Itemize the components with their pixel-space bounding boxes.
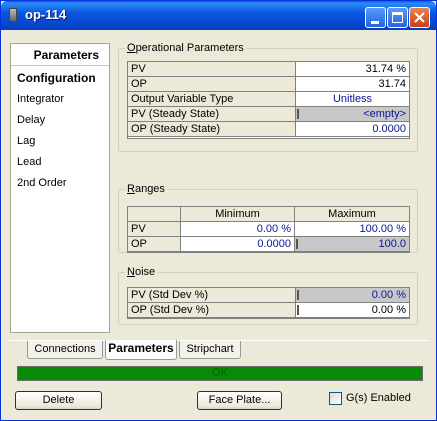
row-label: OP <box>128 77 296 92</box>
nav-item-lead[interactable]: Lead <box>17 156 41 168</box>
minimize-icon <box>371 21 379 24</box>
nav-item-delay[interactable]: Delay <box>17 114 45 126</box>
op-value[interactable]: 31.74 <box>296 77 410 92</box>
op-std-dev-value[interactable]: 0.00 % <box>296 303 410 318</box>
ranges-table: Minimum Maximum PV 0.00 % 100.00 % OP 0.… <box>127 206 410 253</box>
table-row: PV (Steady State) <empty> <box>128 107 410 122</box>
close-icon <box>414 12 425 23</box>
ranges-group: Ranges Minimum Maximum PV 0.00 % 100.00 … <box>118 183 418 253</box>
pv-steady-state-value[interactable]: <empty> <box>296 107 410 122</box>
status-bar: OK <box>17 366 423 381</box>
row-label: PV (Steady State) <box>128 107 296 122</box>
window: op-114 Parameters Configuration Integrat… <box>0 0 437 421</box>
output-variable-type-value[interactable]: Unitless <box>296 92 410 107</box>
maximize-icon <box>392 12 403 23</box>
operational-parameters-group: Operational Parameters PV 31.74 % OP 31.… <box>118 42 418 152</box>
row-label: OP (Std Dev %) <box>128 303 296 318</box>
edit-marker <box>297 290 299 300</box>
row-label: Output Variable Type <box>128 92 296 107</box>
title-bar[interactable]: op-114 <box>1 1 436 30</box>
pv-max-value[interactable]: 100.00 % <box>295 222 410 237</box>
table-row: OP 31.74 <box>128 77 410 92</box>
tab-connections[interactable]: Connections <box>27 341 103 359</box>
pv-value[interactable]: 31.74 % <box>296 62 410 77</box>
table-row: PV 0.00 % 100.00 % <box>128 222 410 237</box>
table-header-row: Minimum Maximum <box>128 207 410 222</box>
row-label: OP (Steady State) <box>128 122 296 137</box>
row-label: OP <box>128 237 181 252</box>
table-row: OP 0.0000 100.0 <box>128 237 410 252</box>
column-header-maximum: Maximum <box>295 207 410 222</box>
table-row: Output Variable Type Unitless <box>128 92 410 107</box>
delete-button[interactable]: Delete <box>15 391 102 410</box>
maximize-button[interactable] <box>387 7 408 28</box>
nav-item-lag[interactable]: Lag <box>17 135 35 147</box>
nav-header: Parameters <box>11 44 109 66</box>
operational-parameters-table: PV 31.74 % OP 31.74 Output Variable Type… <box>127 61 410 139</box>
noise-title: Noise <box>125 266 158 278</box>
face-plate-button[interactable]: Face Plate... <box>197 391 282 410</box>
close-button[interactable] <box>409 7 430 28</box>
parameter-nav: Parameters Configuration Integrator Dela… <box>10 43 110 333</box>
window-title: op-114 <box>25 7 67 22</box>
pv-std-dev-value[interactable]: 0.00 % <box>296 288 410 303</box>
op-max-value[interactable]: 100.0 <box>295 237 410 252</box>
corner-cell <box>128 207 181 222</box>
gs-enabled-label: G(s) Enabled <box>346 392 411 404</box>
app-icon <box>9 8 17 22</box>
ranges-title: Ranges <box>125 183 167 195</box>
nav-item-configuration[interactable]: Configuration <box>17 71 96 85</box>
table-row: OP (Steady State) 0.0000 <box>128 122 410 137</box>
tab-stripchart[interactable]: Stripchart <box>179 341 241 359</box>
edit-marker <box>296 239 298 249</box>
table-row: PV 31.74 % <box>128 62 410 77</box>
row-label: PV <box>128 222 181 237</box>
nav-item-2nd-order[interactable]: 2nd Order <box>17 177 67 189</box>
edit-marker <box>297 305 299 315</box>
gs-enabled-checkbox[interactable] <box>329 392 342 405</box>
noise-group: Noise PV (Std Dev %) 0.00 % OP (Std Dev … <box>118 266 418 325</box>
minimize-button[interactable] <box>365 7 386 28</box>
op-steady-state-value[interactable]: 0.0000 <box>296 122 410 137</box>
operational-parameters-title: Operational Parameters <box>125 42 246 54</box>
noise-table: PV (Std Dev %) 0.00 % OP (Std Dev %) 0.0… <box>127 287 410 319</box>
edit-marker <box>297 109 299 119</box>
table-row: OP (Std Dev %) 0.00 % <box>128 303 410 318</box>
row-label: PV <box>128 62 296 77</box>
column-header-minimum: Minimum <box>181 207 295 222</box>
nav-item-integrator[interactable]: Integrator <box>17 93 64 105</box>
op-min-value[interactable]: 0.0000 <box>181 237 295 252</box>
tab-parameters[interactable]: Parameters <box>105 340 177 360</box>
pv-min-value[interactable]: 0.00 % <box>181 222 295 237</box>
row-label: PV (Std Dev %) <box>128 288 296 303</box>
table-row: PV (Std Dev %) 0.00 % <box>128 288 410 303</box>
